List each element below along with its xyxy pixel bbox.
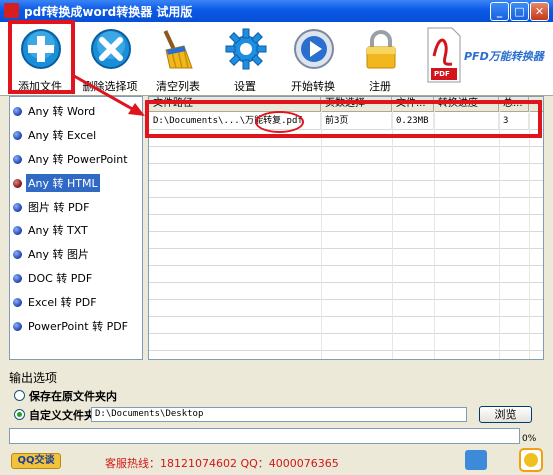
app-icon (4, 3, 19, 18)
table-row-empty (149, 300, 543, 317)
pdf-badge: PDF (434, 70, 450, 78)
register-button[interactable]: 注册 (346, 28, 414, 93)
radio-same-folder[interactable] (14, 390, 25, 401)
list-item[interactable]: 图片 转 PDF (13, 198, 91, 216)
customer-hotline: 客服热线：18121074602 QQ：4000076365 (105, 457, 339, 470)
list-item-selected[interactable]: Any 转 HTML (13, 174, 100, 192)
remove-selected-button[interactable]: 删除选择项 (76, 28, 144, 93)
progress-bar (9, 428, 520, 444)
bullet-icon (13, 178, 22, 188)
qq-chat-button[interactable]: QQ交谈 (11, 453, 61, 469)
list-item[interactable]: Any 转 图片 (13, 245, 91, 263)
radio-same-folder-label[interactable]: 保存在原文件夹内 (29, 388, 117, 404)
highlight-oval-filename (255, 111, 304, 133)
list-item[interactable]: Any 转 PowerPoint (13, 150, 130, 168)
start-convert-button[interactable]: 开始转换 (279, 28, 347, 93)
bullet-icon (13, 249, 22, 259)
bullet-icon (13, 321, 22, 331)
bullet-icon (13, 130, 22, 140)
start-convert-label: 开始转换 (291, 80, 335, 93)
highlight-box-table-row (145, 100, 542, 138)
column-divider (392, 111, 393, 359)
broom-icon (163, 30, 193, 69)
conversion-type-list: Any 转 Word Any 转 Excel Any 转 PowerPoint … (9, 96, 143, 360)
table-row-empty (149, 334, 543, 351)
table-row-empty (149, 198, 543, 215)
table-row-empty (149, 249, 543, 266)
progress-percent: 0% (522, 434, 537, 444)
brand-name: PFD万能转换器 (464, 50, 544, 63)
gear-icon (225, 28, 267, 70)
table-row-empty (149, 147, 543, 164)
play-icon (294, 29, 334, 69)
table-row-empty (149, 232, 543, 249)
window-title: pdf转换成word转换器 试用版 (24, 5, 193, 19)
list-item[interactable]: Any 转 Word (13, 102, 97, 120)
output-section-label: 输出选项 (9, 371, 58, 385)
settings-button[interactable]: 设置 (211, 28, 279, 93)
x-icon (91, 29, 131, 69)
output-path-field[interactable]: D:\Documents\Desktop (91, 407, 467, 422)
table-row-empty (149, 266, 543, 283)
column-divider (434, 111, 435, 359)
browse-button[interactable]: 浏览 (479, 406, 532, 423)
register-label: 注册 (369, 80, 391, 93)
table-row-empty (149, 215, 543, 232)
table-row-empty (149, 283, 543, 300)
close-button[interactable]: ✕ (530, 2, 549, 21)
brand-logo: PDF PFD万能转换器 (424, 26, 549, 92)
toolbar: 添加文件 删除选择项 清空列表 设置 开始转换 注册 PDF PFD万能转换器 (0, 22, 553, 96)
table-row-empty (149, 164, 543, 181)
bullet-icon (13, 225, 22, 235)
column-divider (499, 111, 500, 359)
list-item[interactable]: Any 转 Excel (13, 126, 98, 144)
bullet-icon (13, 106, 22, 116)
list-item[interactable]: Any 转 TXT (13, 221, 90, 239)
bullet-icon (13, 202, 22, 212)
settings-label: 设置 (234, 80, 256, 93)
list-item[interactable]: DOC 转 PDF (13, 269, 94, 287)
table-row-empty (149, 317, 543, 334)
column-divider (529, 111, 530, 359)
title-bar: pdf转换成word转换器 试用版 _ □ ✕ (0, 0, 553, 22)
list-item[interactable]: PowerPoint 转 PDF (13, 317, 130, 335)
maximize-button[interactable]: □ (510, 2, 529, 21)
chat-bubble-icon (465, 450, 487, 470)
bullet-icon (13, 297, 22, 307)
status-icons (465, 448, 543, 472)
radio-custom-folder-label[interactable]: 自定义文件夹 (29, 407, 95, 423)
table-row-empty (149, 181, 543, 198)
bullet-icon (13, 273, 22, 283)
highlight-box-add-files (8, 20, 75, 94)
lock-icon (366, 30, 396, 69)
list-item[interactable]: Excel 转 PDF (13, 293, 99, 311)
bullet-icon (13, 154, 22, 164)
remove-selected-label: 删除选择项 (82, 80, 138, 93)
clear-list-label: 清空列表 (156, 80, 200, 93)
minimize-button[interactable]: _ (490, 2, 509, 21)
clear-list-button[interactable]: 清空列表 (144, 28, 212, 93)
column-divider (321, 111, 322, 359)
radio-custom-folder[interactable] (14, 409, 25, 420)
